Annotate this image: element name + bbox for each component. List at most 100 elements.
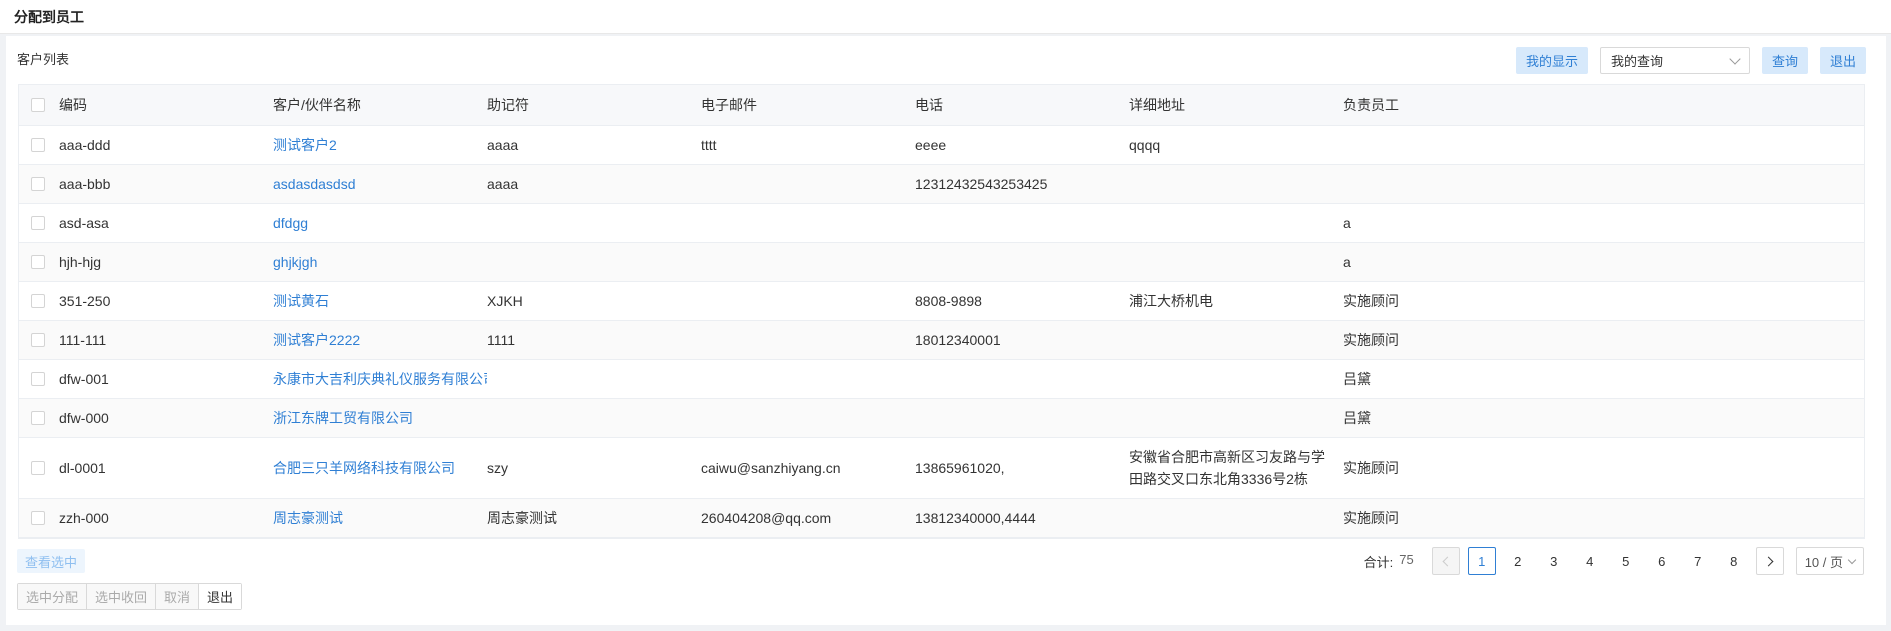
cell-staff: 实施顾问	[1343, 498, 1864, 538]
page-8[interactable]: 8	[1720, 547, 1748, 575]
cell-staff: 吕黛	[1343, 398, 1864, 438]
chevron-down-icon	[1847, 555, 1857, 564]
row-checkbox[interactable]	[31, 294, 45, 308]
assign-selected-button[interactable]: 选中分配	[18, 584, 88, 609]
page-5[interactable]: 5	[1612, 547, 1640, 575]
cell-mnemonic: szy	[487, 437, 701, 499]
row-select-cell[interactable]	[19, 498, 59, 538]
cell-phone	[915, 398, 1129, 438]
cell-email	[701, 359, 915, 399]
table-row[interactable]: aaa-ddd 测试客户2 aaaa tttt eeee qqqq	[19, 125, 1864, 165]
row-select-cell[interactable]	[19, 320, 59, 360]
table-row[interactable]: asd-asa dfdgg a	[19, 203, 1864, 243]
page-7[interactable]: 7	[1684, 547, 1712, 575]
page-2[interactable]: 2	[1504, 547, 1532, 575]
row-checkbox[interactable]	[31, 511, 45, 525]
my-query-select[interactable]: 我的查询	[1599, 47, 1750, 74]
table-row[interactable]: dfw-001 永康市大吉利庆典礼仪服务有限公司 吕黛	[19, 359, 1864, 399]
cell-mnemonic	[487, 359, 701, 399]
row-select-cell[interactable]	[19, 359, 59, 399]
footer-exit-button[interactable]: 退出	[199, 584, 242, 609]
cell-staff	[1343, 125, 1864, 165]
cell-phone: 12312432543253425	[915, 164, 1129, 204]
customer-list-panel: 客户列表 我的显示 我的查询 查询 退出 编码 客户/伙伴名称 助记符 电子邮件…	[6, 36, 1886, 625]
cell-name-link[interactable]: asdasdasdsd	[273, 164, 487, 204]
customer-table: 编码 客户/伙伴名称 助记符 电子邮件 电话 详细地址 负责员工 aaa-ddd…	[18, 84, 1865, 539]
table-row[interactable]: zzh-000 周志豪测试 周志豪测试 260404208@qq.com 138…	[19, 498, 1864, 538]
cell-phone: 18012340001	[915, 320, 1129, 360]
row-checkbox[interactable]	[31, 255, 45, 269]
row-select-cell[interactable]	[19, 125, 59, 165]
cell-name-link[interactable]: dfdgg	[273, 203, 487, 243]
cell-email: 260404208@qq.com	[701, 498, 915, 538]
row-select-cell[interactable]	[19, 437, 59, 499]
cell-mnemonic: 1111	[487, 320, 701, 360]
cell-name-link[interactable]: ghjkjgh	[273, 242, 487, 282]
cell-name-link[interactable]: 浙江东牌工贸有限公司	[273, 398, 487, 438]
row-select-cell[interactable]	[19, 281, 59, 321]
cell-name-link[interactable]: 永康市大吉利庆典礼仪服务有限公司	[273, 359, 487, 399]
cell-email	[701, 398, 915, 438]
cell-phone: 13865961020,	[915, 437, 1129, 499]
cell-mnemonic: XJKH	[487, 281, 701, 321]
page-6[interactable]: 6	[1648, 547, 1676, 575]
cell-email	[701, 281, 915, 321]
column-header-code: 编码	[59, 85, 273, 126]
cell-name-link[interactable]: 周志豪测试	[273, 498, 487, 538]
my-display-button[interactable]: 我的显示	[1515, 47, 1588, 74]
table-row[interactable]: 111-111 测试客户2222 1111 18012340001 实施顾问	[19, 320, 1864, 360]
cell-email: tttt	[701, 125, 915, 165]
cell-name-link[interactable]: 测试客户2222	[273, 320, 487, 360]
cell-name-link[interactable]: 合肥三只羊网络科技有限公司	[273, 437, 487, 499]
row-select-cell[interactable]	[19, 164, 59, 204]
toolbar-actions: 我的显示 我的查询 查询 退出	[1515, 47, 1866, 74]
page-4[interactable]: 4	[1576, 547, 1604, 575]
chevron-right-icon	[1763, 556, 1774, 566]
page-size-value: 10 / 页	[1804, 554, 1843, 570]
table-row[interactable]: 351-250 测试黄石 XJKH 8808-9898 浦江大桥机电 实施顾问	[19, 281, 1864, 321]
table-row[interactable]: dfw-000 浙江东牌工贸有限公司 吕黛	[19, 398, 1864, 438]
row-checkbox[interactable]	[31, 177, 45, 191]
row-select-cell[interactable]	[19, 242, 59, 282]
cell-address	[1129, 359, 1343, 399]
cell-name-link[interactable]: 测试黄石	[273, 281, 487, 321]
cancel-button[interactable]: 取消	[156, 584, 200, 609]
row-select-cell[interactable]	[19, 398, 59, 438]
page-3[interactable]: 3	[1540, 547, 1568, 575]
view-selected-button[interactable]: 查看选中	[17, 549, 86, 573]
page-1[interactable]: 1	[1467, 547, 1496, 575]
cell-staff: 吕黛	[1343, 359, 1864, 399]
cell-staff: 实施顾问	[1343, 281, 1864, 321]
cell-phone	[915, 242, 1129, 282]
cell-staff: a	[1343, 242, 1864, 282]
row-checkbox[interactable]	[31, 461, 45, 475]
cell-name-link[interactable]: 测试客户2	[273, 125, 487, 165]
total-value: 75	[1399, 551, 1414, 567]
select-all-checkbox[interactable]	[31, 98, 45, 112]
table-row[interactable]: dl-0001 合肥三只羊网络科技有限公司 szy caiwu@sanzhiya…	[19, 437, 1864, 499]
cell-email	[701, 320, 915, 360]
cell-mnemonic: aaaa	[487, 125, 701, 165]
select-all-cell[interactable]	[19, 85, 59, 126]
row-checkbox[interactable]	[31, 138, 45, 152]
next-page-button[interactable]	[1755, 547, 1784, 575]
row-checkbox[interactable]	[31, 411, 45, 425]
cell-code: dfw-000	[59, 398, 273, 438]
cell-address	[1129, 242, 1343, 282]
cell-mnemonic: aaaa	[487, 164, 701, 204]
prev-page-button[interactable]	[1431, 547, 1460, 575]
row-checkbox[interactable]	[31, 333, 45, 347]
table-row[interactable]: aaa-bbb asdasdasdsd aaaa 123124325432534…	[19, 164, 1864, 204]
cell-code: zzh-000	[59, 498, 273, 538]
query-button[interactable]: 查询	[1761, 47, 1808, 74]
cell-code: 111-111	[59, 320, 273, 360]
table-row[interactable]: hjh-hjg ghjkjgh a	[19, 242, 1864, 282]
revoke-selected-button[interactable]: 选中收回	[87, 584, 157, 609]
column-header-name: 客户/伙伴名称	[273, 85, 487, 126]
exit-button[interactable]: 退出	[1819, 47, 1866, 74]
page-size-select[interactable]: 10 / 页	[1795, 547, 1864, 575]
chevron-down-icon	[1729, 52, 1741, 65]
row-select-cell[interactable]	[19, 203, 59, 243]
row-checkbox[interactable]	[31, 372, 45, 386]
row-checkbox[interactable]	[31, 216, 45, 230]
